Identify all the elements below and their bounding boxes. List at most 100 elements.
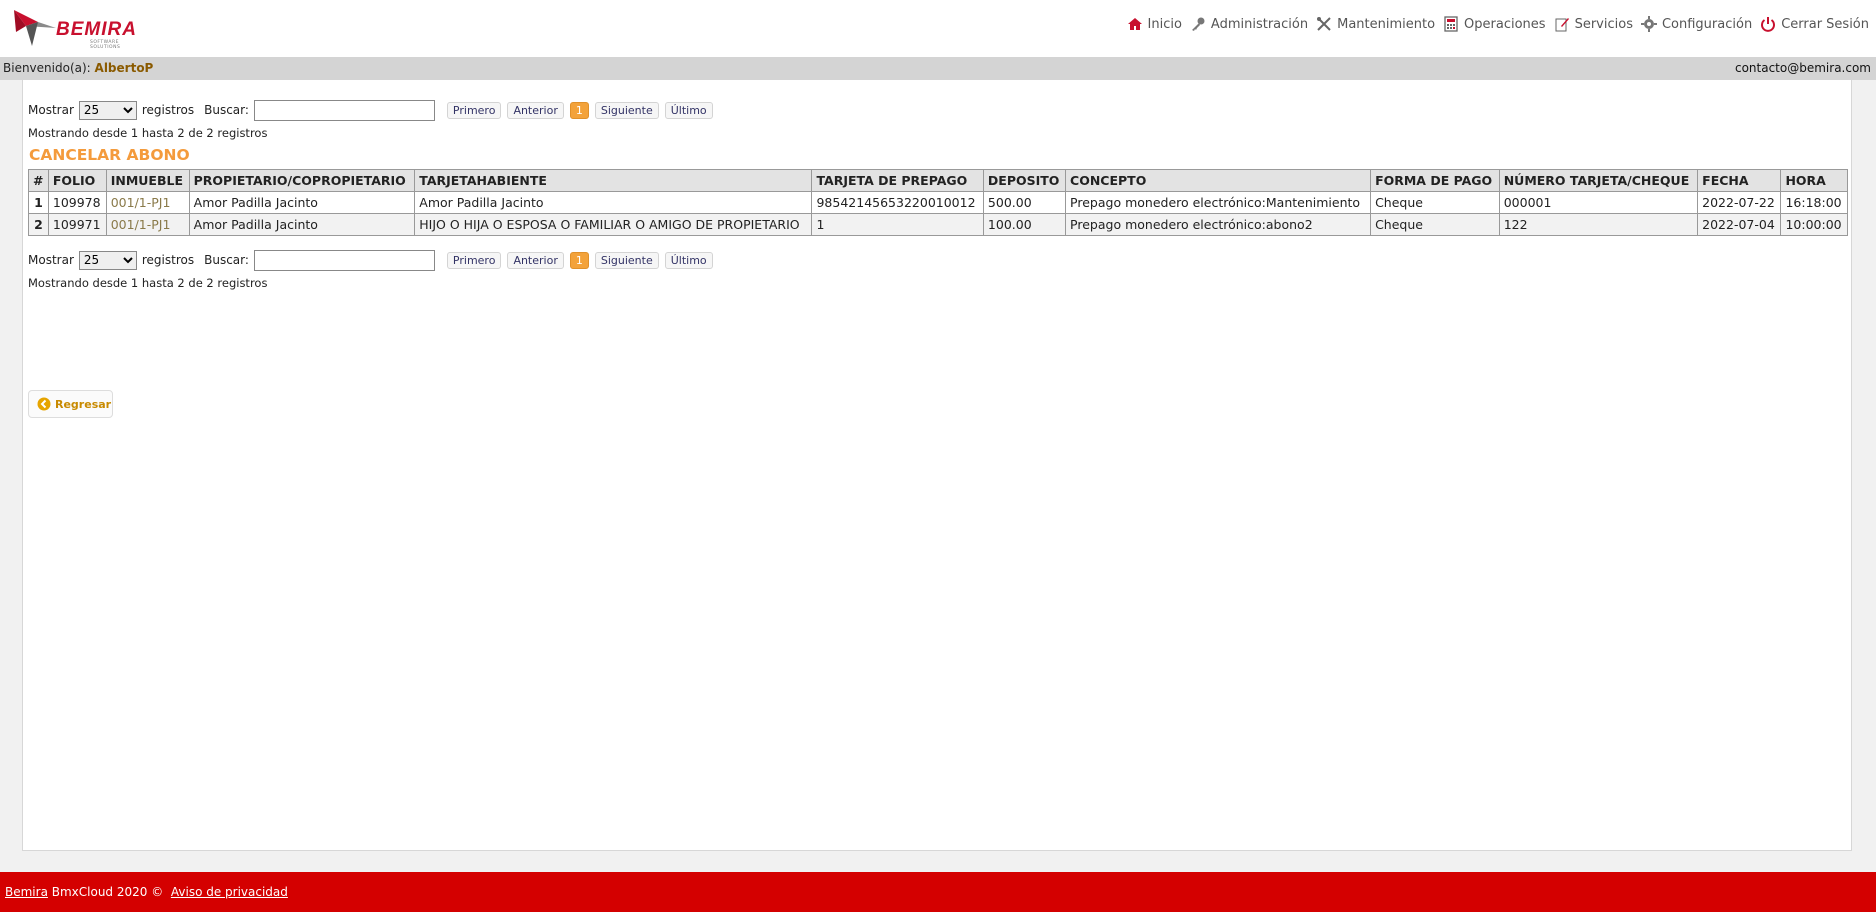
table-row[interactable]: 1 109978 001/1-PJ1 Amor Padilla Jacinto … [28,191,1848,214]
records-info: Mostrando desde 1 hasta 2 de 2 registros [28,276,268,290]
regresar-label: Regresar [55,397,112,411]
nav-mantenimiento[interactable]: Mantenimiento [1316,16,1435,32]
logo-text: BEMIRA [56,19,137,40]
cell-fecha: 2022-07-04 [1697,213,1782,236]
page-size-select[interactable]: 25 [78,100,137,120]
last-page-button[interactable]: Último [664,101,713,119]
table-header-row: # FOLIO INMUEBLE PROPIETARIO/COPROPIETAR… [28,169,1848,192]
username: AlbertoP [94,61,154,75]
search-input[interactable] [253,249,435,271]
table-controls-bottom: Mostrar 25 registros Buscar: Primero Ant… [28,249,713,271]
first-page-button[interactable]: Primero [446,251,502,269]
cell-folio: 109978 [47,191,107,214]
cell-hora: 10:00:00 [1780,213,1848,236]
pagination: Primero Anterior 1 Siguiente Último [446,101,713,119]
prev-page-button[interactable]: Anterior [507,251,564,269]
privacy-link[interactable]: Aviso de privacidad [171,885,288,899]
cell-index: 2 [28,213,49,236]
next-page-button[interactable]: Siguiente [594,251,659,269]
cell-concepto: Prepago monedero electrónico:Mantenimien… [1065,191,1372,214]
search-label: Buscar: [204,103,249,117]
search-label: Buscar: [204,253,249,267]
cell-propietario: Amor Padilla Jacinto [188,191,416,214]
cell-forma-pago: Cheque [1370,191,1500,214]
table-row[interactable]: 2 109971 001/1-PJ1 Amor Padilla Jacinto … [28,213,1848,236]
page-title: CANCELAR ABONO [29,146,190,164]
nav-operaciones[interactable]: Operaciones [1443,16,1546,32]
welcome-bar: Bienvenido(a): AlbertoP contacto@bemira.… [0,57,1876,80]
cell-tarjetahabiente: HIJO O HIJA O ESPOSA O FAMILIAR O AMIGO … [414,213,813,236]
cell-tarjeta: 98542145653220010012 [811,191,984,214]
col-header[interactable]: DEPOSITO [982,169,1067,192]
cell-inmueble-link[interactable]: 001/1-PJ1 [105,213,190,236]
nav-administracion[interactable]: Administración [1190,16,1308,32]
cell-concepto: Prepago monedero electrónico:abono2 [1065,213,1372,236]
power-icon [1761,17,1776,32]
records-info: Mostrando desde 1 hasta 2 de 2 registros [28,126,268,140]
col-header[interactable]: CONCEPTO [1065,169,1372,192]
page-1-button[interactable]: 1 [569,251,589,269]
last-page-button[interactable]: Último [664,251,713,269]
nav-configuracion[interactable]: Configuración [1640,16,1752,32]
cell-deposito: 100.00 [982,213,1067,236]
nav-label: Servicios [1574,16,1633,32]
cell-deposito: 500.00 [982,191,1067,214]
abonos-table: # FOLIO INMUEBLE PROPIETARIO/COPROPIETAR… [28,169,1848,236]
col-header[interactable]: # [28,169,49,192]
bemira-star-icon [14,10,56,46]
next-page-button[interactable]: Siguiente [594,101,659,119]
records-label: registros [141,103,195,117]
pencil-doc-icon [1555,18,1569,32]
top-header: BEMIRA SOFTWARE SOLUTIONS Inicio Adminis… [0,0,1876,57]
nav-label: Inicio [1147,16,1182,32]
cell-inmueble-link[interactable]: 001/1-PJ1 [105,191,190,214]
nav-cerrar-sesion[interactable]: Cerrar Sesión [1760,16,1869,32]
show-label: Mostrar [28,253,74,267]
bemira-link[interactable]: Bemira [5,885,48,899]
page-1-button[interactable]: 1 [569,101,589,119]
nav-servicios[interactable]: Servicios [1554,16,1633,32]
content-panel: Mostrar 25 registros Buscar: Primero Ant… [22,80,1852,851]
tools-icon [1317,17,1331,31]
bemira-logo[interactable]: BEMIRA SOFTWARE SOLUTIONS [12,6,142,50]
footer-copyright: BmxCloud 2020 © [47,885,168,899]
footer-text: Bemira BmxCloud 2020 © Aviso de privacid… [5,872,288,912]
col-header[interactable]: FOLIO [47,169,107,192]
pagination: Primero Anterior 1 Siguiente Último [446,251,713,269]
cell-forma-pago: Cheque [1370,213,1500,236]
cell-hora: 16:18:00 [1780,191,1848,214]
col-header[interactable]: FORMA DE PAGO [1370,169,1500,192]
show-label: Mostrar [28,103,74,117]
logo-tagline: SOFTWARE SOLUTIONS [90,40,121,50]
welcome-text: Bienvenido(a): AlbertoP [3,57,153,80]
page-size-select[interactable]: 25 [78,250,137,270]
nav-label: Mantenimiento [1337,16,1436,32]
cell-tarjeta: 1 [811,213,984,236]
cell-index: 1 [28,191,49,214]
col-header[interactable]: HORA [1780,169,1848,192]
cell-numero: 000001 [1498,191,1699,214]
nav-inicio[interactable]: Inicio [1127,16,1182,32]
welcome-label: Bienvenido(a): [3,61,91,75]
table-controls-top: Mostrar 25 registros Buscar: Primero Ant… [28,99,713,121]
back-arrow-icon [37,397,51,411]
gear-icon [1640,16,1657,32]
key-icon [1191,17,1205,31]
nav-label: Administración [1210,16,1309,32]
col-header[interactable]: TARJETA DE PREPAGO [811,169,984,192]
search-input[interactable] [253,99,435,121]
regresar-button[interactable]: Regresar [28,390,113,418]
prev-page-button[interactable]: Anterior [507,101,564,119]
calculator-icon [1444,16,1458,32]
first-page-button[interactable]: Primero [446,101,502,119]
col-header[interactable]: PROPIETARIO/COPROPIETARIO [188,169,416,192]
nav-label: Operaciones [1464,16,1546,32]
col-header[interactable]: INMUEBLE [105,169,190,192]
col-header[interactable]: TARJETAHABIENTE [414,169,813,192]
records-label: registros [141,253,195,267]
home-icon [1127,18,1142,30]
col-header[interactable]: FECHA [1697,169,1782,192]
col-header[interactable]: NÚMERO TARJETA/CHEQUE [1498,169,1699,192]
footer: Bemira BmxCloud 2020 © Aviso de privacid… [0,872,1876,912]
cell-folio: 109971 [47,213,107,236]
